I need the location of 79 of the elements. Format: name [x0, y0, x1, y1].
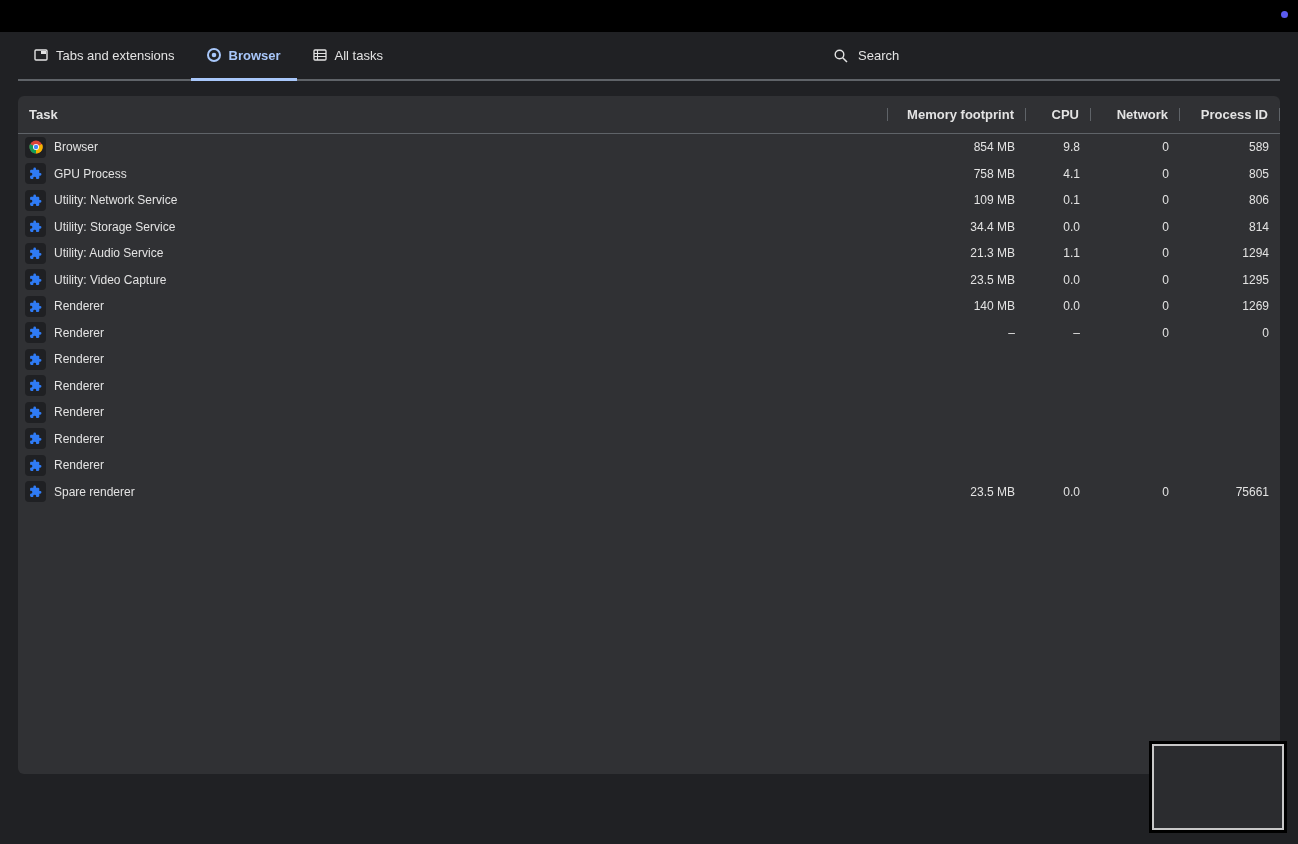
task-name: Utility: Audio Service	[54, 246, 164, 261]
search-field[interactable]: Search	[856, 47, 980, 64]
task-name: Browser	[54, 140, 98, 155]
process-id: 814	[1247, 219, 1270, 234]
tab[interactable]: Browser	[190, 32, 297, 81]
puzzle-piece-icon	[25, 242, 46, 264]
cpu-value: 0.0	[1062, 272, 1081, 287]
puzzle-piece-icon	[25, 269, 46, 291]
task-name: Utility: Video Capture	[54, 272, 167, 287]
puzzle-piece-icon	[25, 189, 46, 211]
network-value: 0	[1161, 219, 1170, 234]
cpu-value: 1.1	[1062, 246, 1081, 261]
memory-value: 21.3 MB	[969, 246, 1016, 261]
process-id: 805	[1247, 166, 1270, 181]
puzzle-piece-icon	[25, 295, 46, 317]
puzzle-piece-icon	[25, 481, 46, 503]
network-value: 0	[1161, 166, 1170, 181]
process-id: 1295	[1241, 272, 1270, 287]
task-name: GPU Process	[54, 166, 127, 181]
memory-value: 23.5 MB	[969, 484, 1016, 499]
puzzle-piece-icon	[25, 163, 46, 185]
cpu-value: 4.1	[1062, 166, 1081, 181]
screenshot-thumbnail[interactable]	[1152, 744, 1284, 830]
column-header[interactable]: Task	[18, 108, 888, 121]
puzzle-piece-icon	[25, 322, 46, 344]
task-name: Renderer	[54, 458, 105, 473]
cpu-value: –	[1072, 325, 1081, 340]
memory-value: 758 MB	[972, 166, 1016, 181]
memory-value: 109 MB	[972, 193, 1016, 208]
column-header[interactable]: Process ID	[1180, 108, 1280, 121]
column-header[interactable]: CPU	[1026, 108, 1091, 121]
memory-value: 854 MB	[972, 140, 1016, 155]
cpu-value: 0.0	[1062, 299, 1081, 314]
table-icon	[312, 49, 327, 61]
puzzle-piece-icon	[25, 401, 46, 423]
network-value: 0	[1161, 272, 1170, 287]
puzzle-piece-icon	[25, 375, 46, 397]
process-id: 75661	[1234, 484, 1270, 499]
memory-value: 23.5 MB	[969, 272, 1016, 287]
tab[interactable]: Tabs and extensions	[18, 32, 191, 81]
tab[interactable]: All tasks	[296, 32, 399, 81]
task-name: Renderer	[54, 378, 105, 393]
task-name: Spare renderer	[54, 484, 135, 499]
cpu-value: 0.0	[1062, 219, 1081, 234]
task-name: Renderer	[54, 299, 105, 314]
task-name: Utility: Network Service	[54, 193, 178, 208]
network-value: 0	[1161, 193, 1170, 208]
process-id: 1294	[1241, 246, 1270, 261]
process-id: 589	[1247, 140, 1270, 155]
memory-value: 34.4 MB	[969, 219, 1016, 234]
task-name: Renderer	[54, 352, 105, 367]
puzzle-piece-icon	[25, 454, 46, 476]
column-header[interactable]: Network	[1091, 108, 1180, 121]
process-id: 0	[1261, 325, 1270, 340]
chrome-logo-icon	[206, 48, 221, 62]
puzzle-piece-icon	[25, 348, 46, 370]
cpu-value: 9.8	[1062, 140, 1081, 155]
process-id: 806	[1247, 193, 1270, 208]
task-name: Utility: Storage Service	[54, 219, 176, 234]
puzzle-piece-icon	[25, 216, 46, 238]
cpu-value: 0.0	[1062, 484, 1081, 499]
chrome-logo-icon	[25, 136, 46, 158]
cpu-value: 0.1	[1062, 193, 1081, 208]
search-icon	[834, 48, 848, 63]
network-value: 0	[1161, 299, 1170, 314]
network-value: 0	[1161, 140, 1170, 155]
memory-value: 140 MB	[972, 299, 1016, 314]
task-name: Renderer	[54, 405, 105, 420]
memory-value: –	[1007, 325, 1016, 340]
status-dot	[1281, 11, 1288, 18]
task-name: Renderer	[54, 325, 105, 340]
column-header[interactable]: Memory footprint	[888, 108, 1026, 121]
network-value: 0	[1161, 325, 1170, 340]
puzzle-piece-icon	[25, 428, 46, 450]
task-name: Renderer	[54, 431, 105, 446]
window-icon	[34, 49, 48, 61]
network-value: 0	[1161, 484, 1170, 499]
process-id: 1269	[1241, 299, 1270, 314]
network-value: 0	[1161, 246, 1170, 261]
